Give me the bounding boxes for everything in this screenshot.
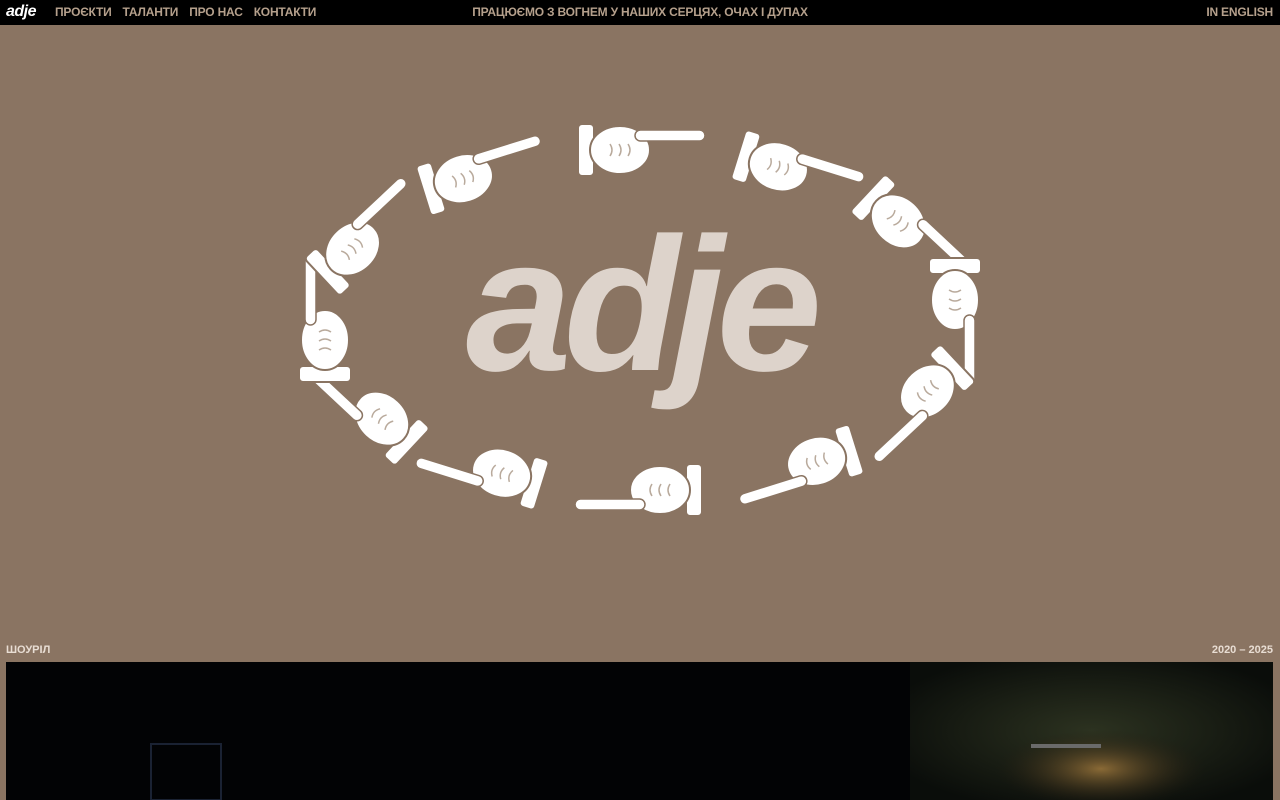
- hero-logo-wordmark: adje: [466, 199, 818, 411]
- nav-projects[interactable]: ПРОЄКТИ: [55, 0, 112, 25]
- showreel-label: ШОУРІЛ: [6, 644, 51, 656]
- pointing-hand-icon: [577, 123, 706, 177]
- pointing-hand-icon: [738, 423, 865, 506]
- nav-about[interactable]: ПРО НАС: [189, 0, 243, 25]
- language-switch-link[interactable]: IN ENGLISH: [1206, 0, 1273, 25]
- showreel-header: ШОУРІЛ 2020 – 2025: [6, 640, 1273, 662]
- nav-contacts[interactable]: КОНТАКТИ: [254, 0, 317, 25]
- main-nav: ПРОЄКТИ ТАЛАНТИ ПРО НАС КОНТАКТИ: [55, 0, 316, 25]
- showreel-years: 2020 – 2025: [1211, 644, 1273, 656]
- hero-logo-illustration: adje: [298, 123, 982, 517]
- video-frame: [150, 662, 1273, 800]
- pointing-hand-icon: [415, 447, 550, 511]
- pointing-hand-icon: [872, 344, 976, 463]
- hero-section: adje: [0, 25, 1280, 640]
- top-navigation-bar: adje ПРОЄКТИ ТАЛАНТИ ПРО НАС КОНТАКТИ ПР…: [0, 0, 1280, 25]
- showreel-video[interactable]: [6, 662, 1273, 800]
- site-logo-link[interactable]: adje: [6, 3, 37, 21]
- nav-talents[interactable]: ТАЛАНТИ: [123, 0, 179, 25]
- pointing-hand-icon: [304, 177, 408, 296]
- pointing-hand-icon: [574, 463, 703, 517]
